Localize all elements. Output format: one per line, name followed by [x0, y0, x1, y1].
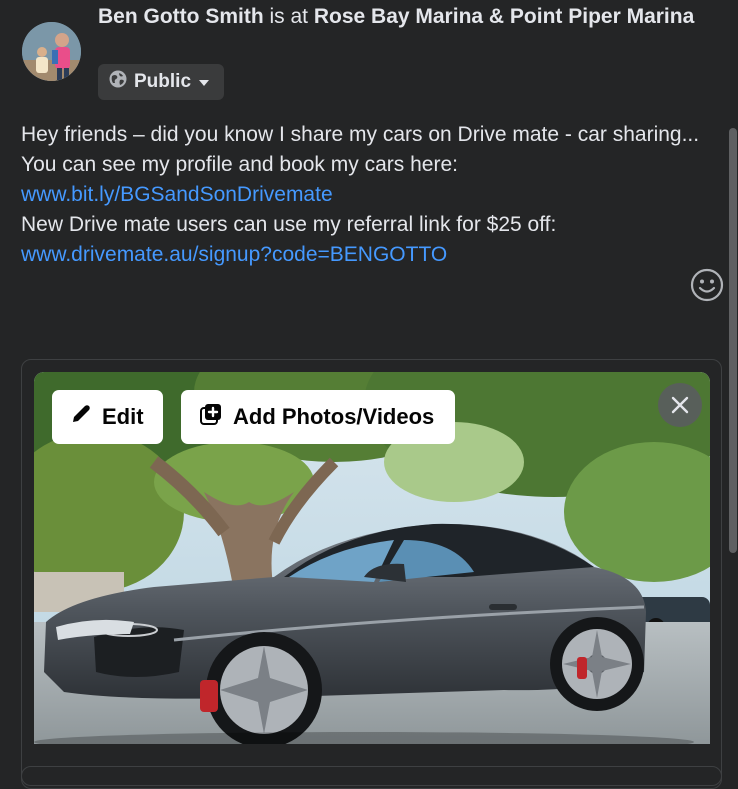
profile-link[interactable]: www.bit.ly/BGSandSonDrivemate — [21, 183, 333, 206]
edit-label: Edit — [102, 404, 144, 429]
post-line-1: Hey friends – did you know I share my ca… — [21, 123, 700, 146]
add-photo-icon — [199, 402, 223, 432]
post-line-2: You can see my profile and book my cars … — [21, 153, 458, 176]
smiley-icon[interactable] — [690, 268, 724, 302]
user-name[interactable]: Ben Gotto Smith — [98, 5, 264, 28]
next-section-edge — [21, 766, 722, 786]
globe-icon — [109, 70, 127, 94]
referral-link[interactable]: www.drivemate.au/signup?code=BENGOTTO — [21, 243, 447, 266]
post-header: Ben Gotto Smith is at Rose Bay Marina & … — [98, 2, 698, 32]
location-name[interactable]: Rose Bay Marina & Point Piper Marina — [314, 5, 694, 28]
caret-down-icon — [198, 71, 210, 93]
scrollbar-thumb[interactable] — [729, 128, 737, 553]
add-photos-label: Add Photos/Videos — [233, 404, 435, 429]
add-photos-videos-button[interactable]: Add Photos/Videos — [181, 390, 455, 444]
post-text[interactable]: Hey friends – did you know I share my ca… — [21, 120, 701, 270]
pencil-icon — [70, 403, 92, 431]
scrollbar[interactable] — [728, 110, 738, 760]
close-icon[interactable] — [658, 383, 702, 427]
avatar[interactable] — [22, 22, 81, 81]
audience-selector[interactable]: Public — [98, 64, 225, 100]
edit-button[interactable]: Edit — [52, 390, 163, 444]
post-line-3: New Drive mate users can use my referral… — [21, 213, 557, 236]
audience-label: Public — [134, 71, 192, 92]
header-connector: is at — [263, 5, 314, 28]
